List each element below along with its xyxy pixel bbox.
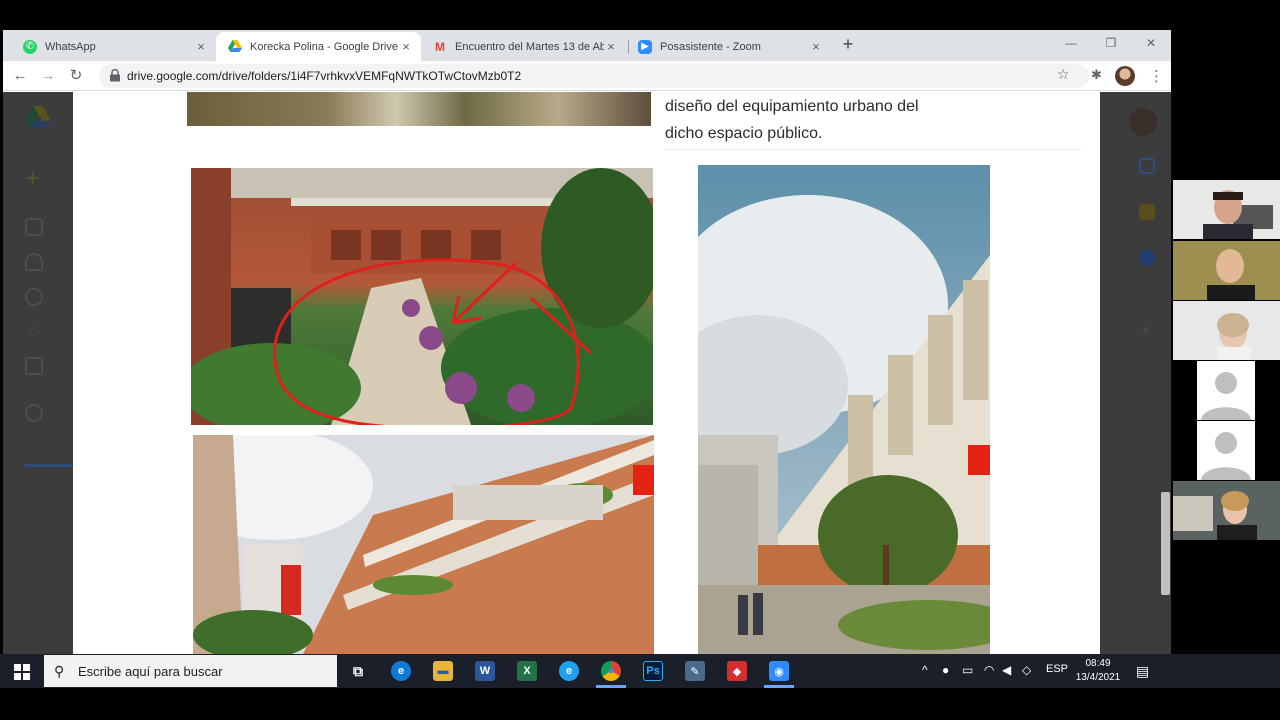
document-text: diseño del equipamiento urbano del dicho… [665, 93, 985, 147]
calendar-icon [1139, 158, 1155, 174]
tab-gmail[interactable]: M Encuentro del Martes 13 de Abril × [421, 32, 626, 61]
tab-strip: ✆ WhatsApp × Korecka Polina - Google Dri… [3, 30, 1171, 61]
keep-icon [1139, 204, 1155, 220]
garden-rendering-image [191, 168, 653, 425]
storage-bar [25, 464, 73, 467]
tasks-icon [1139, 250, 1155, 266]
taskbar-search-box[interactable]: ⚲ Escribe aquí para buscar [44, 655, 337, 687]
text-line: dicho espacio público. [665, 125, 823, 142]
tab-whatsapp[interactable]: ✆ WhatsApp × [11, 32, 216, 61]
zoom-participant-placeholder-1[interactable] [1173, 361, 1280, 420]
address-bar[interactable]: drive.google.com/drive/folders/1i4F7vrhk… [99, 64, 1089, 88]
app-tool-icon[interactable]: ✎ [685, 661, 705, 681]
zoom-app-icon[interactable]: ◉ [769, 661, 789, 681]
tab-title: WhatsApp [45, 40, 96, 53]
microphone-icon[interactable]: ● [942, 663, 949, 677]
browser-toolbar: ← → ↻ drive.google.com/drive/folders/1i4… [3, 61, 1171, 91]
battery-icon[interactable]: ▭ [962, 663, 973, 677]
chrome-menu-icon[interactable]: ⋮ [1149, 67, 1164, 85]
storage-cloud-icon [25, 404, 43, 422]
close-tab-icon[interactable]: × [399, 39, 413, 54]
profile-avatar[interactable] [1115, 66, 1135, 86]
excel-icon[interactable]: X [517, 661, 537, 681]
tab-title: Posasistente - Zoom [660, 40, 761, 53]
zoom-icon: ▶ [638, 39, 652, 54]
task-view-icon[interactable]: ⧉ [348, 661, 368, 681]
restore-button[interactable]: ❐ [1101, 36, 1121, 52]
zoom-participant-video-2[interactable] [1173, 241, 1280, 300]
divider [665, 149, 1081, 150]
shared-icon [25, 253, 43, 271]
zoom-participant-video-3[interactable] [1173, 301, 1280, 360]
starred-icon: ☆ [25, 322, 42, 342]
account-avatar [1129, 108, 1157, 136]
edge-icon[interactable]: e [391, 661, 411, 681]
photoshop-icon[interactable]: Ps [643, 661, 663, 681]
file-explorer-icon[interactable]: ▬ [433, 661, 453, 681]
document-preview[interactable]: diseño del equipamiento urbano del dicho… [73, 92, 1100, 654]
google-drive-icon [228, 40, 242, 54]
desktop-screen: ✆ WhatsApp × Korecka Polina - Google Dri… [0, 0, 1280, 720]
dropbox-icon[interactable]: ◇ [1022, 663, 1031, 677]
windows-taskbar: ⚲ Escribe aquí para buscar ⧉ e ▬ W X e ●… [0, 654, 1280, 688]
gmail-icon: M [435, 39, 445, 54]
text-line: diseño del equipamiento urbano del [665, 98, 919, 115]
courtyard-rendering-image [698, 165, 990, 654]
new-plus-icon: + [25, 163, 41, 193]
lock-icon [110, 69, 120, 82]
preview-scrollbar[interactable] [1161, 492, 1170, 595]
volume-icon[interactable]: ◀ [1002, 663, 1011, 677]
chrome-browser-window: ✆ WhatsApp × Korecka Polina - Google Dri… [3, 30, 1171, 654]
tab-google-drive[interactable]: Korecka Polina - Google Drive × [216, 32, 421, 61]
trash-icon [25, 357, 43, 375]
language-indicator[interactable]: ESP [1046, 663, 1068, 675]
clock-time: 08:49 [1085, 658, 1111, 669]
tab-title: Encuentro del Martes 13 de Abril [455, 40, 604, 53]
tray-overflow-icon[interactable]: ^ [922, 663, 928, 677]
word-icon[interactable]: W [475, 661, 495, 681]
notifications-icon[interactable]: ▤ [1136, 663, 1149, 680]
close-tab-icon[interactable]: × [604, 39, 618, 54]
wifi-icon[interactable]: ◠ [984, 663, 994, 677]
url-text: drive.google.com/drive/folders/1i4F7vrhk… [127, 69, 522, 83]
tab-zoom[interactable]: ▶ Posasistente - Zoom × [626, 32, 831, 61]
search-placeholder: Escribe aquí para buscar [78, 664, 223, 679]
drive-logo-icon [25, 106, 51, 130]
top-rendering-image [187, 92, 651, 126]
internet-explorer-icon[interactable]: e [559, 661, 579, 681]
close-tab-icon[interactable]: × [194, 39, 208, 54]
extensions-icon[interactable]: ✱ [1091, 67, 1102, 83]
minimize-button[interactable]: — [1061, 36, 1081, 52]
zoom-participant-placeholder-2[interactable] [1173, 421, 1280, 480]
bookmark-star-icon[interactable]: ☆ [1057, 66, 1070, 83]
letterbox-bottom [0, 688, 1280, 720]
tab-title: Korecka Polina - Google Drive [250, 40, 398, 53]
recent-icon [25, 288, 43, 306]
zoom-participant-video-4[interactable] [1173, 481, 1280, 540]
search-icon: ⚲ [54, 663, 65, 679]
system-clock[interactable]: 08:49 13/4/2021 [1072, 657, 1124, 685]
balconies-rendering-image [193, 435, 654, 654]
whatsapp-icon: ✆ [23, 39, 37, 54]
close-tab-icon[interactable]: × [809, 39, 823, 54]
chrome-icon[interactable]: ● [601, 661, 621, 681]
clock-date: 13/4/2021 [1075, 672, 1121, 683]
sketchup-icon[interactable]: ◆ [727, 661, 747, 681]
windows-start-icon[interactable] [14, 664, 30, 680]
my-drive-icon [25, 218, 43, 236]
back-button[interactable]: ← [11, 67, 29, 85]
forward-button[interactable]: → [39, 67, 57, 85]
zoom-participant-video-1[interactable] [1173, 180, 1280, 239]
reload-button[interactable]: ↻ [67, 67, 85, 85]
new-tab-button[interactable]: + [839, 35, 857, 54]
close-window-button[interactable]: ✕ [1141, 36, 1161, 52]
add-addon-icon: + [1141, 322, 1151, 339]
